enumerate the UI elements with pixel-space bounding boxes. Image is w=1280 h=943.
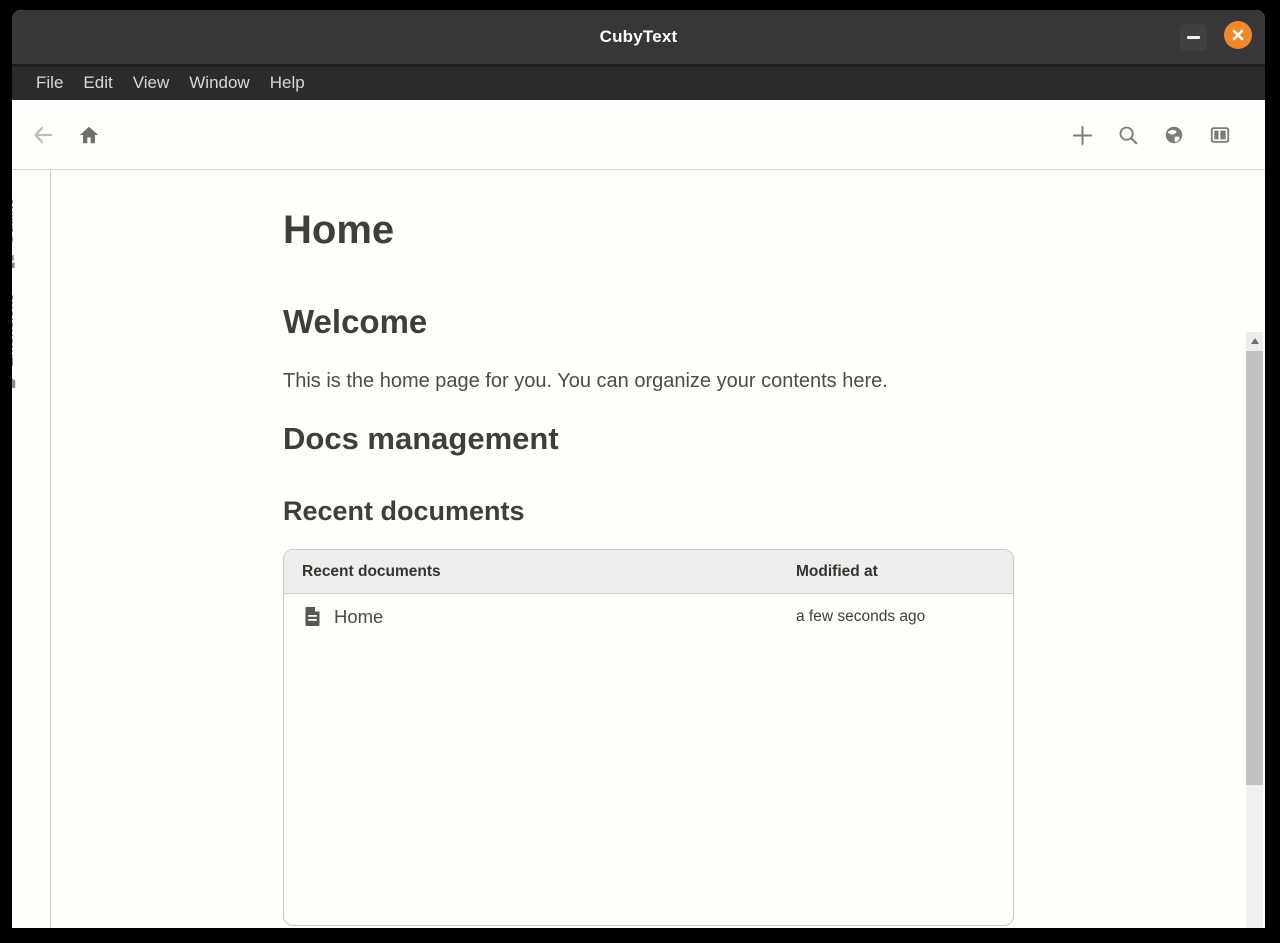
column-header-modified-at: Modified at	[796, 562, 878, 580]
toolbar	[12, 100, 1265, 170]
puzzle-icon	[12, 377, 15, 388]
vertical-scrollbar[interactable]	[1246, 332, 1263, 928]
column-header-recent-documents: Recent documents	[302, 562, 441, 580]
document-title: Home	[334, 605, 384, 627]
home-button[interactable]	[71, 117, 107, 153]
sidebar-tab-label: Outline	[12, 197, 17, 245]
minimize-button[interactable]	[1180, 24, 1207, 51]
modified-at-cell: a few seconds ago	[796, 607, 926, 625]
document-icon	[305, 607, 320, 627]
table-header-row: Recent documents Modified at	[284, 550, 1013, 594]
plus-icon	[1072, 125, 1092, 145]
left-tab-strip: Outline Extensions	[12, 171, 51, 928]
titlebar: CubyText	[12, 10, 1265, 64]
editor-area: Home Welcome This is the home page for y…	[51, 171, 1265, 928]
sidebar-tab-extensions[interactable]: Extensions	[12, 294, 19, 391]
minimize-icon	[1187, 36, 1200, 39]
search-button[interactable]	[1110, 117, 1146, 153]
close-button[interactable]	[1224, 21, 1252, 49]
intro-paragraph[interactable]: This is the home page for you. You can o…	[283, 370, 888, 393]
docs-management-heading[interactable]: Docs management	[283, 421, 559, 457]
app-window: CubyText File Edit View Window Help Outl…	[12, 10, 1265, 928]
welcome-heading[interactable]: Welcome	[283, 303, 427, 341]
split-view-icon	[1210, 127, 1230, 143]
scrollbar-thumb[interactable]	[1246, 351, 1263, 785]
menu-edit[interactable]: Edit	[83, 73, 112, 93]
graph-button[interactable]	[1156, 117, 1192, 153]
close-icon	[1232, 29, 1244, 41]
back-button[interactable]	[25, 117, 61, 153]
toolbar-left-group	[25, 117, 107, 153]
toolbar-right-group	[1064, 117, 1238, 153]
page-title[interactable]: Home	[283, 207, 394, 253]
home-icon	[79, 126, 99, 144]
menu-help[interactable]: Help	[270, 73, 305, 93]
table-row[interactable]: Home a few seconds ago	[284, 594, 1013, 639]
document-cell: Home	[284, 606, 796, 628]
recent-documents-card: Recent documents Modified at Home a few …	[283, 549, 1014, 926]
screenshot-stage: CubyText File Edit View Window Help Outl…	[0, 0, 1280, 943]
scrollbar-up-button[interactable]	[1246, 332, 1263, 350]
menu-file[interactable]: File	[36, 73, 63, 93]
back-arrow-icon	[34, 126, 53, 144]
split-view-button[interactable]	[1202, 117, 1238, 153]
scroll-up-arrow-icon	[1250, 338, 1259, 344]
globe-icon	[1165, 126, 1183, 144]
menu-window[interactable]: Window	[189, 73, 249, 93]
window-body: Outline Extensions Home Welcome This is …	[12, 171, 1265, 928]
menu-view[interactable]: View	[133, 73, 170, 93]
menu-bar: File Edit View Window Help	[12, 64, 1265, 100]
recent-documents-heading[interactable]: Recent documents	[283, 496, 525, 527]
new-page-button[interactable]	[1064, 117, 1100, 153]
outline-tree-icon	[12, 254, 15, 269]
sidebar-tab-outline[interactable]: Outline	[12, 197, 19, 269]
window-title: CubyText	[599, 27, 678, 46]
search-icon	[1119, 126, 1138, 145]
sidebar-tab-label: Extensions	[12, 293, 17, 367]
